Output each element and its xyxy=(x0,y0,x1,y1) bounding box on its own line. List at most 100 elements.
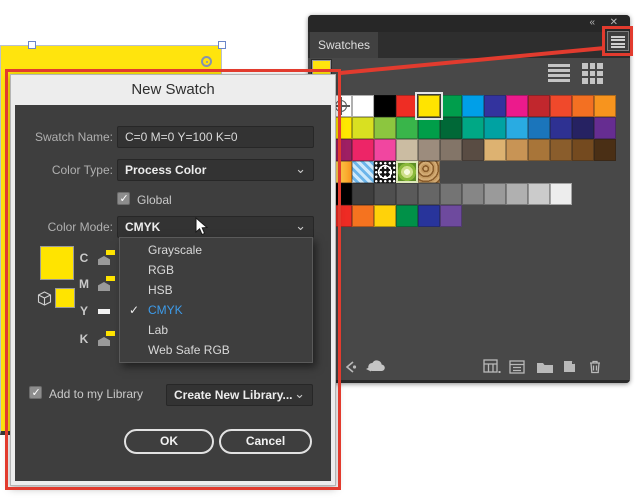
swatch[interactable] xyxy=(352,95,374,117)
swatch[interactable] xyxy=(550,95,572,117)
swatch[interactable] xyxy=(462,117,484,139)
swatch[interactable] xyxy=(352,139,374,161)
swatch-name-input[interactable]: C=0 M=0 Y=100 K=0 xyxy=(117,126,314,148)
swatch[interactable] xyxy=(418,139,440,161)
color-mode-menu-item[interactable]: ✓RGB xyxy=(120,260,312,280)
swatch[interactable] xyxy=(396,161,418,183)
swatch[interactable] xyxy=(440,205,462,227)
swatch[interactable] xyxy=(484,117,506,139)
panel-menu-icon[interactable] xyxy=(607,31,629,51)
color-mode-menu-item[interactable]: ✓Web Safe RGB xyxy=(120,340,312,360)
swatch[interactable] xyxy=(572,139,594,161)
color-mode-menu-item[interactable]: ✓ CMYK xyxy=(120,300,312,320)
new-swatch-icon[interactable] xyxy=(562,359,577,374)
libraries-icon[interactable] xyxy=(344,360,358,374)
swatch[interactable] xyxy=(396,95,418,117)
magenta-slider-bar xyxy=(106,276,115,281)
swatch[interactable] xyxy=(484,183,506,205)
swatch[interactable] xyxy=(418,117,440,139)
chevron-down-icon: ⌄ xyxy=(295,218,306,233)
selection-handle[interactable] xyxy=(28,41,36,49)
swatch[interactable] xyxy=(440,183,462,205)
swatch[interactable] xyxy=(484,95,506,117)
tab-swatches[interactable]: Swatches xyxy=(310,32,378,58)
swatch[interactable] xyxy=(374,117,396,139)
swatch[interactable] xyxy=(440,139,462,161)
swatch-libraries-menu-icon[interactable] xyxy=(483,359,501,374)
swatch-grid xyxy=(330,95,616,227)
list-view-icon[interactable] xyxy=(548,64,570,84)
swatch[interactable] xyxy=(352,161,374,183)
show-swatch-kinds-icon[interactable] xyxy=(509,360,525,374)
color-mode-menu-item[interactable]: ✓HSB xyxy=(120,280,312,300)
swatch[interactable] xyxy=(528,139,550,161)
swatch[interactable] xyxy=(418,161,440,183)
swatch[interactable] xyxy=(572,95,594,117)
swatch[interactable] xyxy=(528,117,550,139)
swatch[interactable] xyxy=(572,117,594,139)
delete-swatch-icon[interactable] xyxy=(588,359,602,374)
new-color-group-icon[interactable] xyxy=(536,360,554,374)
cyan-slider-thumb[interactable] xyxy=(98,256,110,265)
grid-view-icon[interactable] xyxy=(582,63,604,84)
swatch[interactable] xyxy=(462,183,484,205)
ok-button[interactable]: OK xyxy=(124,429,214,454)
sync-cloud-icon[interactable] xyxy=(364,360,386,374)
swatch[interactable] xyxy=(374,183,396,205)
swatch[interactable] xyxy=(352,117,374,139)
color-mode-dropdown[interactable]: CMYK ⌄ xyxy=(117,216,314,238)
swatch[interactable] xyxy=(374,95,396,117)
add-to-library-checkbox[interactable] xyxy=(29,386,42,399)
swatch[interactable] xyxy=(484,139,506,161)
color-mode-menu-item[interactable]: ✓Grayscale xyxy=(120,240,312,260)
swatch[interactable] xyxy=(550,117,572,139)
swatch[interactable] xyxy=(352,183,374,205)
magenta-slider-thumb[interactable] xyxy=(98,282,110,291)
swatch[interactable] xyxy=(374,161,396,183)
swatch[interactable] xyxy=(352,205,374,227)
collapse-panel-icon[interactable]: « xyxy=(589,17,594,29)
swatch[interactable] xyxy=(418,183,440,205)
swatch[interactable] xyxy=(396,139,418,161)
color-type-dropdown[interactable]: Process Color ⌄ xyxy=(117,159,314,181)
swatch[interactable] xyxy=(506,139,528,161)
mouse-cursor xyxy=(195,217,208,236)
swatch[interactable] xyxy=(550,183,572,205)
chevron-down-icon: ⌄ xyxy=(295,161,306,176)
swatch[interactable] xyxy=(374,139,396,161)
close-panel-icon[interactable]: ✕ xyxy=(610,17,618,29)
swatch[interactable] xyxy=(594,95,616,117)
swatch[interactable] xyxy=(528,183,550,205)
swatch[interactable] xyxy=(462,95,484,117)
swatch[interactable] xyxy=(594,117,616,139)
swatch[interactable] xyxy=(506,183,528,205)
swatch[interactable] xyxy=(594,139,616,161)
swatch[interactable] xyxy=(440,95,462,117)
swatch[interactable] xyxy=(396,117,418,139)
swatch[interactable] xyxy=(418,95,440,117)
swatch[interactable] xyxy=(396,183,418,205)
add-to-library-label: Add to my Library xyxy=(49,387,144,401)
check-icon: ✓ xyxy=(129,303,140,317)
yellow-slider-bar[interactable] xyxy=(98,309,110,314)
swatch[interactable] xyxy=(440,117,462,139)
swatch[interactable] xyxy=(506,117,528,139)
swatch[interactable] xyxy=(528,95,550,117)
library-dropdown[interactable]: Create New Library... ⌄ xyxy=(166,384,313,406)
color-mode-menu-item[interactable]: ✓Lab xyxy=(120,320,312,340)
swatches-panel: « ✕ Swatches xyxy=(308,15,630,383)
swatch[interactable] xyxy=(396,205,418,227)
black-slider-thumb[interactable] xyxy=(98,337,110,346)
panel-scrollbar[interactable] xyxy=(308,380,630,383)
global-checkbox[interactable] xyxy=(117,192,130,205)
swatch[interactable] xyxy=(550,139,572,161)
color-preview-swatch xyxy=(41,247,73,279)
swatch[interactable] xyxy=(462,139,484,161)
global-color-cube-icon xyxy=(37,291,52,306)
swatch[interactable] xyxy=(418,205,440,227)
swatch[interactable] xyxy=(506,95,528,117)
swatch[interactable] xyxy=(374,205,396,227)
selection-handle[interactable] xyxy=(218,41,226,49)
live-corner-widget[interactable] xyxy=(201,56,212,67)
cancel-button[interactable]: Cancel xyxy=(219,429,312,454)
